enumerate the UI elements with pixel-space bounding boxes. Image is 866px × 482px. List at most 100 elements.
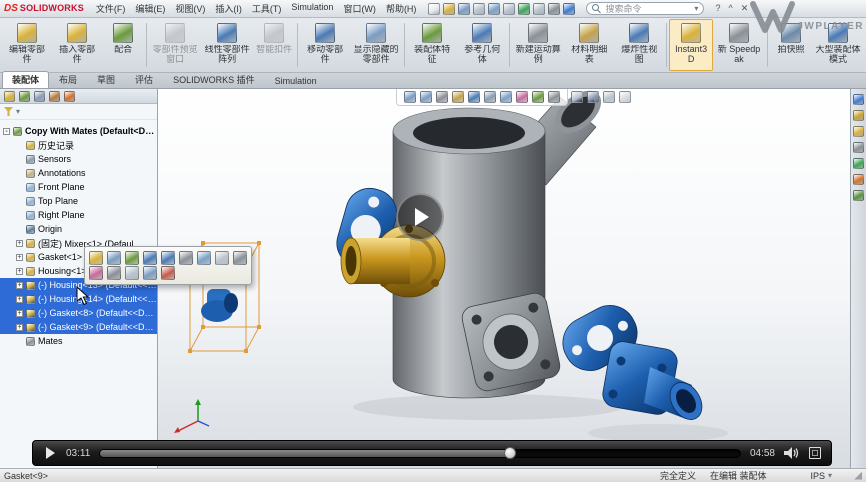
- edit-part-icon[interactable]: [89, 251, 103, 265]
- hide-show-items-icon[interactable]: [500, 91, 512, 103]
- menu-item[interactable]: 窗口(W): [338, 1, 381, 16]
- mate-icon[interactable]: [125, 251, 139, 265]
- new-file-icon[interactable]: [428, 3, 440, 15]
- expand-toggle-icon[interactable]: +: [16, 296, 23, 303]
- tree-item[interactable]: Top Plane: [0, 194, 157, 208]
- video-progress-bar[interactable]: [99, 449, 741, 458]
- tree-item[interactable]: Right Plane: [0, 208, 157, 222]
- print-icon[interactable]: [473, 3, 485, 15]
- linear-component-pattern-button[interactable]: 线性零部件阵列: [201, 19, 253, 71]
- expand-toggle-icon[interactable]: +: [16, 282, 23, 289]
- expand-toggle-icon[interactable]: +: [16, 310, 23, 317]
- component-preview-window-button[interactable]: 零部件预览窗口: [149, 19, 201, 71]
- fix-component-icon[interactable]: [125, 266, 139, 280]
- video-play-overlay-button[interactable]: [396, 193, 444, 241]
- propertymanager-tab-icon[interactable]: [19, 91, 30, 102]
- bill-of-materials-button[interactable]: 材料明细表: [564, 19, 614, 71]
- zoom-fit-icon[interactable]: [404, 91, 416, 103]
- rebuild-icon[interactable]: [518, 3, 530, 15]
- instant3d-button[interactable]: Instant3D: [669, 19, 713, 71]
- edit-appearance-icon[interactable]: [516, 91, 528, 103]
- expand-toggle-icon[interactable]: -: [3, 128, 10, 135]
- chevron-down-icon[interactable]: [619, 91, 631, 103]
- speedpak-button[interactable]: 新 Speedpak: [713, 19, 765, 71]
- ribbon-button[interactable]: [509, 23, 510, 67]
- apply-scene-icon[interactable]: [532, 91, 544, 103]
- view-settings-icon[interactable]: [548, 91, 560, 103]
- mate-button[interactable]: 配合: [102, 19, 144, 71]
- taskpane-view-palette-icon[interactable]: [853, 142, 864, 153]
- move-component-button[interactable]: 移动零部件: [300, 19, 350, 71]
- displaymanager-tab-icon[interactable]: [64, 91, 75, 102]
- taskpane-home-icon[interactable]: [853, 94, 864, 105]
- tab-solidworks-addins[interactable]: SOLIDWORKS 插件: [163, 71, 265, 88]
- tab-layout[interactable]: 布局: [49, 71, 87, 88]
- expand-toggle-icon[interactable]: +: [16, 240, 23, 247]
- menu-item[interactable]: 编辑(E): [130, 1, 170, 16]
- tab-evaluate[interactable]: 评估: [125, 71, 163, 88]
- filter-funnel-icon[interactable]: [4, 107, 13, 116]
- resize-grip[interactable]: [854, 472, 862, 480]
- tree-item[interactable]: + (-) Gasket<9> (Default<<Default: [0, 320, 157, 334]
- tree-item[interactable]: + (-) Housing<14> (Default<<Defaul: [0, 292, 157, 306]
- options-gear-icon[interactable]: [548, 3, 560, 15]
- expand-toggle-icon[interactable]: +: [16, 324, 23, 331]
- new-motion-study-button[interactable]: 新建运动算例: [512, 19, 564, 71]
- appearance-icon[interactable]: [89, 266, 103, 280]
- graphics-viewport[interactable]: [158, 89, 850, 468]
- video-progress-knob[interactable]: [504, 447, 516, 459]
- zoom-area-icon[interactable]: [420, 91, 432, 103]
- taskpane-file-explorer-icon[interactable]: [853, 126, 864, 137]
- save-icon[interactable]: [458, 3, 470, 15]
- volume-icon[interactable]: [784, 447, 800, 459]
- fullscreen-icon[interactable]: [809, 447, 821, 459]
- taskpane-scenes-icon[interactable]: [853, 174, 864, 185]
- undo-icon[interactable]: [488, 3, 500, 15]
- file-properties-icon[interactable]: [533, 3, 545, 15]
- hide-component-icon[interactable]: [197, 251, 211, 265]
- menu-item[interactable]: 工具(T): [247, 1, 287, 16]
- assembly-features-button[interactable]: 装配体特征: [407, 19, 457, 71]
- help-menu-icon[interactable]: [563, 3, 575, 15]
- delete-icon[interactable]: [161, 266, 175, 280]
- dimxpertmanager-tab-icon[interactable]: [49, 91, 60, 102]
- configurationmanager-tab-icon[interactable]: [34, 91, 45, 102]
- open-part-icon[interactable]: [107, 251, 121, 265]
- command-search[interactable]: 搜索命令 ▾: [586, 2, 704, 15]
- video-play-button[interactable]: [43, 446, 57, 460]
- smart-fasteners-button[interactable]: 智能扣件: [253, 19, 295, 71]
- select-icon[interactable]: [503, 3, 515, 15]
- take-snapshot-button[interactable]: 拍快照: [770, 19, 812, 71]
- view-orientation-icon[interactable]: [468, 91, 480, 103]
- insert-components-button[interactable]: 插入零部件: [52, 19, 102, 71]
- render-tools-icon[interactable]: [587, 91, 599, 103]
- tree-item[interactable]: 历史记录: [0, 138, 157, 152]
- taskpane-appearances-icon[interactable]: [853, 158, 864, 169]
- tree-item[interactable]: Front Plane: [0, 180, 157, 194]
- expand-toggle-icon[interactable]: +: [16, 268, 23, 275]
- search-dropdown-icon[interactable]: ▾: [694, 4, 698, 13]
- expand-toggle-icon[interactable]: +: [16, 254, 23, 261]
- tree-item[interactable]: + (-) Gasket<8> (Default<<Default: [0, 306, 157, 320]
- view-selector-icon[interactable]: [571, 91, 583, 103]
- large-assembly-mode-button[interactable]: 大型装配体模式: [812, 19, 864, 71]
- tree-item[interactable]: Annotations: [0, 166, 157, 180]
- help-icon[interactable]: ?: [713, 3, 722, 14]
- ribbon-button[interactable]: [297, 23, 298, 67]
- reference-geometry-button[interactable]: 参考几何体: [457, 19, 507, 71]
- collapse-icon[interactable]: ^: [726, 3, 734, 14]
- ribbon-button[interactable]: [767, 23, 768, 67]
- material-icon[interactable]: [107, 266, 121, 280]
- rotate-component-icon[interactable]: [161, 251, 175, 265]
- ribbon-button[interactable]: [146, 23, 147, 67]
- tree-root-item[interactable]: - Copy With Mates (Default<Default_Di: [0, 124, 157, 138]
- exploded-view-button[interactable]: 爆炸性视图: [614, 19, 664, 71]
- tree-item[interactable]: Mates: [0, 334, 157, 348]
- tab-assembly[interactable]: 装配体: [2, 71, 49, 88]
- edit-component-button[interactable]: 编辑零部件: [2, 19, 52, 71]
- previous-view-icon[interactable]: [436, 91, 448, 103]
- move-component-icon[interactable]: [143, 251, 157, 265]
- menu-item[interactable]: 文件(F): [91, 1, 131, 16]
- close-icon[interactable]: ✕: [739, 3, 751, 14]
- ribbon-button[interactable]: [666, 23, 667, 67]
